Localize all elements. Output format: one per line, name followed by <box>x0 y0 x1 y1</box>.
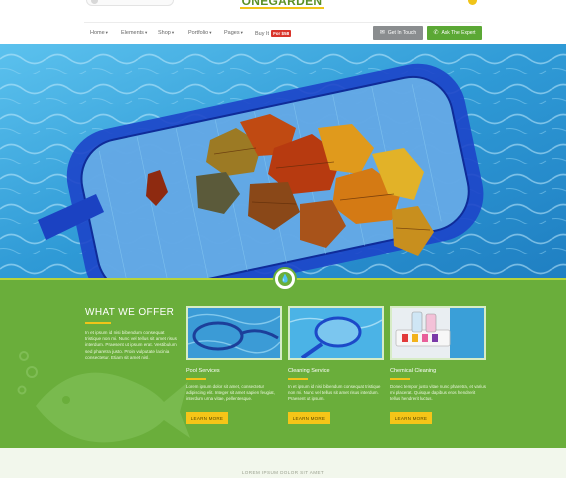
get-in-touch-label: Get In Touch <box>387 30 417 36</box>
learn-more-button[interactable]: LEARN MORE <box>390 412 432 424</box>
hero-image <box>0 44 566 278</box>
water-drop-icon: 💧 <box>278 272 292 286</box>
nav-item-portfolio[interactable]: Portfolio▾ <box>188 30 211 36</box>
offer-heading: WHAT WE OFFER <box>85 307 175 318</box>
top-strip: ONEGARDEN <box>0 0 566 22</box>
chevron-down-icon: ▾ <box>144 30 148 35</box>
price-badge: For $58 <box>271 30 292 37</box>
chevron-down-icon: ▾ <box>240 30 243 35</box>
card-text: Lorem ipsum dolor sit amet, consectetur … <box>186 384 275 401</box>
chevron-down-icon: ▾ <box>105 30 108 35</box>
offer-heading-rule <box>85 322 111 324</box>
nav-label: Buy It <box>255 31 270 37</box>
card-title: Pool Services <box>186 368 220 374</box>
card-title: Chemical Cleaning <box>390 368 437 374</box>
card-text: Donec tempor justo vitae nunc pharetra, … <box>390 384 486 401</box>
pool-net-photo <box>290 308 382 358</box>
service-card-chemical: Chemical Cleaning Donec tempor justo vit… <box>390 306 486 426</box>
cart-icon[interactable] <box>468 0 477 5</box>
service-card-pool: Pool Services Lorem ipsum dolor sit amet… <box>186 306 282 426</box>
offer-intro-text: In et ipsum id nisi bibendum consequat t… <box>85 330 177 360</box>
card-text: In et ipsum id nisi bibendum consequat t… <box>288 384 381 401</box>
get-in-touch-button[interactable]: ✉ Get In Touch <box>373 26 423 40</box>
nav-label: Elements <box>121 30 144 36</box>
water-test-kit-photo <box>392 308 484 358</box>
card-rule <box>390 378 410 380</box>
nav-label: Shop <box>158 30 171 36</box>
nav-label: Pages <box>224 30 240 36</box>
chemical-cleaning-image[interactable] <box>390 306 486 360</box>
nav-label: Home <box>90 30 105 36</box>
card-rule <box>288 378 308 380</box>
pool-services-image[interactable] <box>186 306 282 360</box>
site-logo[interactable]: ONEGARDEN <box>238 0 326 9</box>
nav-label: Portfolio <box>188 30 209 36</box>
footer-tagline: LOREM IPSUM DOLOR SIT AMET <box>241 470 325 475</box>
section-emblem: 💧 <box>273 267 297 291</box>
nav-item-home[interactable]: Home▾ <box>90 30 108 36</box>
search-icon <box>91 0 98 4</box>
ask-expert-label: Ask The Expert <box>441 30 476 36</box>
card-rule <box>186 378 206 380</box>
pool-hose-photo <box>188 308 280 358</box>
card-title: Cleaning Service <box>288 368 330 374</box>
service-card-cleaning: Cleaning Service In et ipsum id nisi bib… <box>288 306 384 426</box>
nav-item-pages[interactable]: Pages▾ <box>224 30 243 36</box>
logo-underline <box>240 7 324 9</box>
chevron-down-icon: ▾ <box>171 30 175 35</box>
cleaning-service-image[interactable] <box>288 306 384 360</box>
learn-more-button[interactable]: LEARN MORE <box>186 412 228 424</box>
nav-item-shop[interactable]: Shop▾ <box>158 30 174 36</box>
chat-icon: ✆ <box>433 30 439 36</box>
pool-net-leaves-illustration <box>0 44 566 278</box>
ask-expert-button[interactable]: ✆ Ask The Expert <box>427 26 482 40</box>
nav-item-elements[interactable]: Elements▾ <box>121 30 147 36</box>
search-input[interactable] <box>86 0 174 6</box>
nav-item-buy-it[interactable]: Buy It For $58 <box>255 30 292 37</box>
chevron-down-icon: ▾ <box>209 30 212 35</box>
envelope-icon: ✉ <box>379 30 385 36</box>
learn-more-button[interactable]: LEARN MORE <box>288 412 330 424</box>
